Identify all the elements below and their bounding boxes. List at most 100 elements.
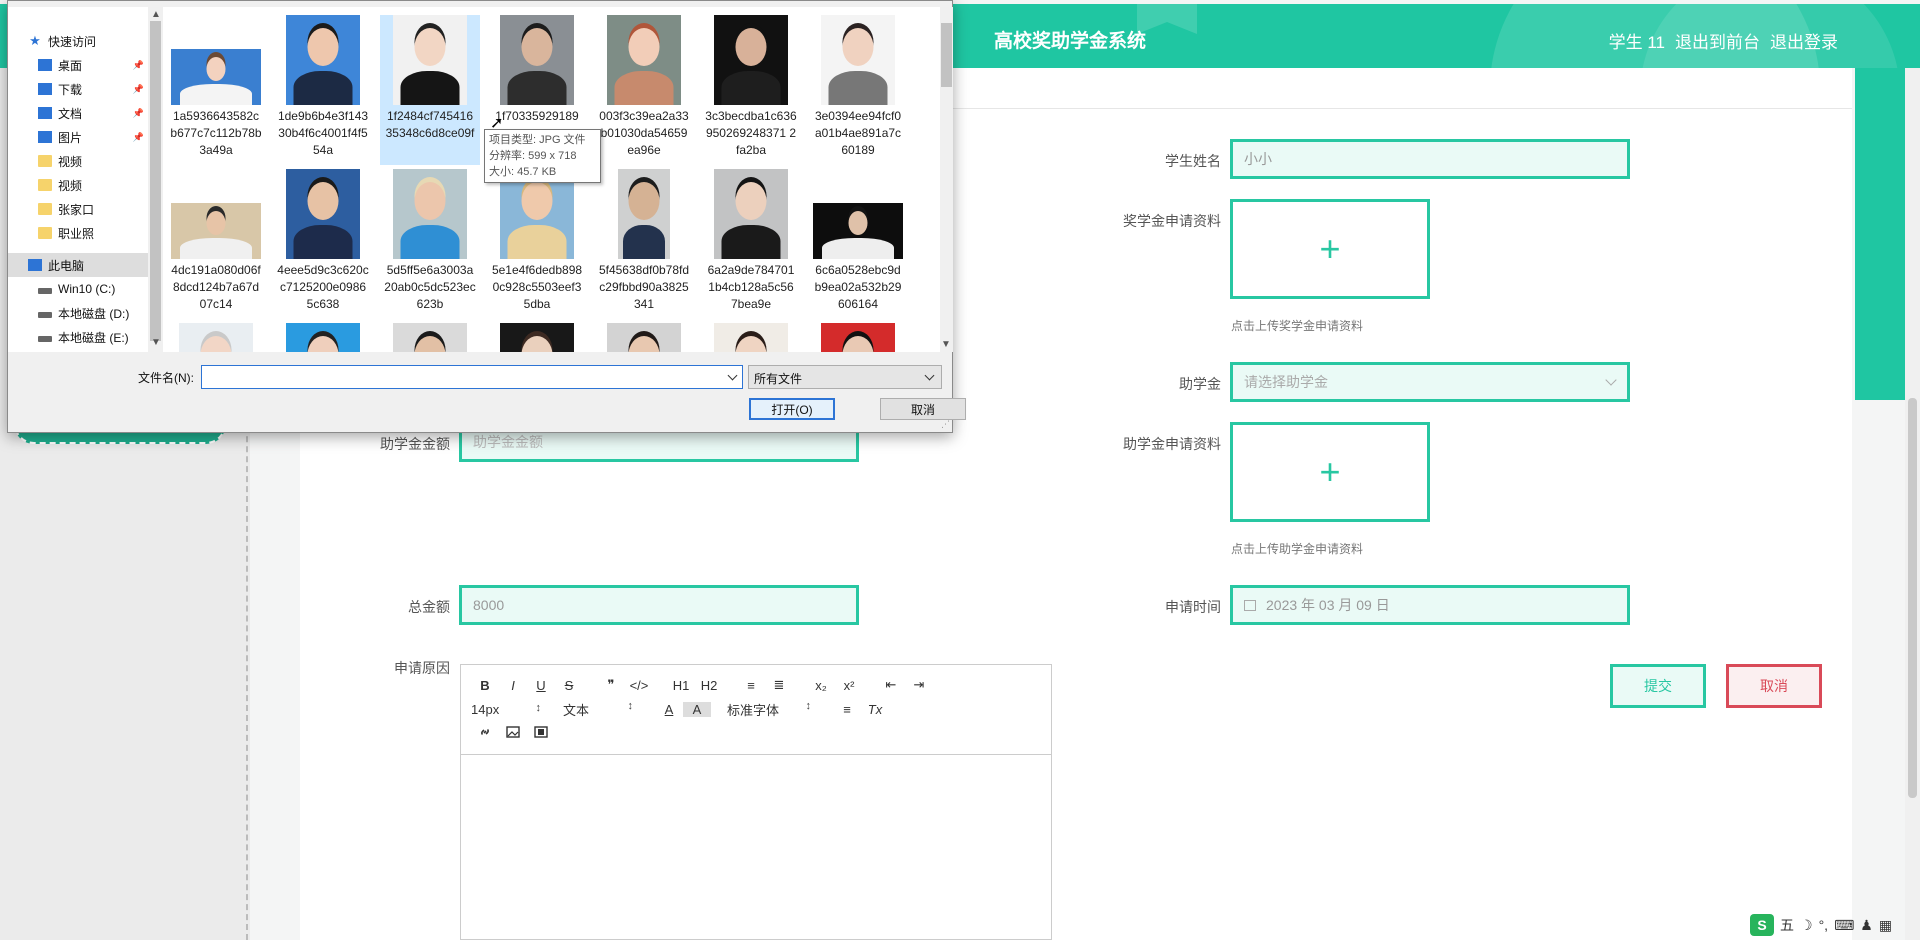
file-thumbnail[interactable]: 5d5ff5e6a3003a20ab0c5dc523ec623b bbox=[380, 169, 480, 319]
file-thumbnail[interactable] bbox=[380, 323, 480, 352]
ime-user-icon[interactable]: ♟ bbox=[1860, 917, 1873, 934]
nav-item-label: 快速访问 bbox=[48, 34, 97, 49]
user-name-link[interactable]: 学生 11 bbox=[1609, 28, 1665, 53]
font-size-select[interactable]: 14px bbox=[471, 702, 541, 717]
resize-grip-icon[interactable]: ⋰ bbox=[941, 419, 950, 430]
file-thumbnail[interactable] bbox=[594, 323, 694, 352]
filename-input[interactable] bbox=[201, 365, 743, 389]
file-thumbnail[interactable]: 1a5936643582cb677c7c112b78b3a49a bbox=[166, 15, 266, 165]
grant-amount-placeholder: 助学金金额 bbox=[473, 434, 543, 450]
background-color-icon[interactable]: A bbox=[683, 701, 711, 717]
ime-logo-icon[interactable]: S bbox=[1750, 914, 1774, 936]
bold-icon[interactable]: B bbox=[471, 678, 499, 693]
file-scrollbar[interactable]: ▲ ▼ bbox=[940, 7, 953, 352]
file-thumbnail[interactable]: 4dc191a080d06f8dcd124b7a67d07c14 bbox=[166, 169, 266, 319]
heading2-icon[interactable]: H2 bbox=[695, 678, 723, 693]
scroll-down-icon[interactable]: ▼ bbox=[941, 339, 951, 350]
nav-item[interactable]: 视频 bbox=[8, 173, 148, 197]
logout-link[interactable]: 退出登录 bbox=[1770, 28, 1838, 53]
file-thumbnail[interactable]: 3c3becdba1c636950269248371 2fa2ba bbox=[701, 15, 801, 165]
open-button[interactable]: 打开(O) bbox=[749, 398, 835, 420]
file-thumbnail[interactable] bbox=[808, 323, 908, 352]
file-thumbnail[interactable] bbox=[487, 323, 587, 352]
file-thumbnail[interactable]: 003f3c39ea2a33b01030da54659ea96e bbox=[594, 15, 694, 165]
block-type-select[interactable]: 文本 bbox=[563, 700, 633, 719]
student-name-value: 小小 bbox=[1244, 151, 1272, 167]
photo-face bbox=[735, 182, 767, 220]
file-thumbnail[interactable] bbox=[166, 323, 266, 352]
quote-icon[interactable]: ❞ bbox=[597, 677, 625, 693]
filetype-select[interactable]: 所有文件 bbox=[748, 365, 942, 389]
nav-scrollbar[interactable]: ▲ ▼ bbox=[148, 7, 163, 352]
nav-item[interactable]: 本地磁盘 (D:) bbox=[8, 301, 148, 325]
photo-icon bbox=[714, 169, 788, 259]
file-thumbnail[interactable] bbox=[273, 323, 373, 352]
nav-item[interactable]: 图片 📌 bbox=[8, 125, 148, 149]
apply-time-field[interactable]: 2023 年 03 月 09 日 bbox=[1230, 585, 1630, 625]
nav-item[interactable]: Win10 (C:) bbox=[8, 277, 148, 301]
strikethrough-icon[interactable]: S bbox=[555, 678, 583, 693]
heading1-icon[interactable]: H1 bbox=[667, 678, 695, 693]
align-icon[interactable]: ≡ bbox=[833, 702, 861, 717]
nav-item[interactable]: 桌面 📌 bbox=[8, 53, 148, 77]
nav-scrollbar-thumb[interactable] bbox=[150, 21, 161, 341]
grant-select[interactable]: 请选择助学金 bbox=[1230, 362, 1630, 402]
scroll-up-icon[interactable]: ▲ bbox=[151, 9, 161, 20]
plus-icon: + bbox=[1319, 228, 1341, 269]
submit-button[interactable]: 提交 bbox=[1610, 664, 1706, 708]
image-icon[interactable] bbox=[499, 725, 527, 741]
italic-icon[interactable]: I bbox=[499, 678, 527, 693]
folder-icon bbox=[38, 203, 52, 215]
outdent-icon[interactable]: ⇤ bbox=[877, 677, 905, 693]
nav-item[interactable]: 下载 📌 bbox=[8, 77, 148, 101]
nav-item[interactable]: 张家口 bbox=[8, 197, 148, 221]
file-thumbnail[interactable]: 3e0394ee94fcf0a01b4ae891a7c60189 bbox=[808, 15, 908, 165]
grant-upload-button[interactable]: + bbox=[1230, 422, 1430, 522]
link-icon[interactable] bbox=[471, 725, 499, 742]
page-scrollbar[interactable] bbox=[1905, 68, 1920, 940]
superscript-icon[interactable]: x² bbox=[835, 678, 863, 693]
file-thumbnail[interactable]: 5e1e4f6dedb8980c928c5503eef35dba bbox=[487, 169, 587, 319]
scroll-down-icon[interactable]: ▼ bbox=[151, 337, 161, 348]
nav-item[interactable]: 此电脑 bbox=[8, 253, 148, 277]
file-thumbnail[interactable]: 1f2484cf74541635348c6d8ce09f bbox=[380, 15, 480, 165]
file-thumbnail[interactable]: 5f45638df0b78fdc29fbbd90a3825341 bbox=[594, 169, 694, 319]
dialog-cancel-button[interactable]: 取消 bbox=[880, 398, 966, 420]
nav-item[interactable]: 文档 📌 bbox=[8, 101, 148, 125]
underline-icon[interactable]: U bbox=[527, 678, 555, 693]
nav-item[interactable]: 视频 bbox=[8, 149, 148, 173]
ime-mode-icon[interactable]: 五 bbox=[1780, 915, 1794, 935]
file-thumbnail[interactable]: 6a2a9de7847011b4cb128a5c567bea9e bbox=[701, 169, 801, 319]
font-family-select[interactable]: 标准字体 bbox=[727, 700, 811, 719]
editor-toolbar-row bbox=[471, 721, 1041, 745]
video-icon[interactable] bbox=[527, 725, 555, 741]
cancel-button[interactable]: 取消 bbox=[1726, 664, 1822, 708]
nav-item[interactable]: 职业照 bbox=[8, 221, 148, 245]
ime-keyboard-icon[interactable]: ⌨ bbox=[1834, 917, 1854, 934]
back-to-front-link[interactable]: 退出到前台 bbox=[1675, 28, 1760, 53]
ime-moon-icon[interactable]: ☽ bbox=[1800, 917, 1813, 934]
file-name: 1f70335929189 bbox=[495, 109, 579, 123]
file-thumbnail[interactable]: 6c6a0528ebc9db9ea02a532b29606164 bbox=[808, 169, 908, 319]
ime-grid-icon[interactable]: ▦ bbox=[1879, 917, 1892, 934]
subscript-icon[interactable]: x₂ bbox=[807, 678, 835, 693]
file-thumbnail[interactable] bbox=[701, 323, 801, 352]
nav-item[interactable]: 本地磁盘 (E:) bbox=[8, 325, 148, 349]
navigation-pane: ▲ ▼ ★ 快速访问 桌面 📌 下载 📌 文档 📌 图片 📌 视频 视频 张家口 职业照 此电脑 Win10 … bbox=[8, 7, 163, 352]
page-scrollbar-thumb[interactable] bbox=[1908, 398, 1917, 798]
chevron-down-icon[interactable] bbox=[727, 370, 738, 381]
file-thumbnail[interactable]: 4eee5d9c3c620cc7125200e09865c638 bbox=[273, 169, 373, 319]
total-amount-field[interactable]: 8000 bbox=[459, 585, 859, 625]
scholarship-upload-button[interactable]: + bbox=[1230, 199, 1430, 299]
ordered-list-icon[interactable]: ≡ bbox=[737, 678, 765, 693]
indent-icon[interactable]: ⇥ bbox=[905, 677, 933, 693]
file-scrollbar-thumb[interactable] bbox=[941, 23, 952, 87]
nav-item[interactable]: ★ 快速访问 bbox=[8, 29, 148, 53]
code-icon[interactable]: </> bbox=[625, 678, 653, 693]
font-color-icon[interactable]: A bbox=[655, 702, 683, 717]
file-thumbnail[interactable]: 1de9b6b4e3f14330b4f6c4001f4f554a bbox=[273, 15, 373, 165]
clear-format-icon[interactable]: Tx bbox=[861, 702, 889, 717]
ime-punct-icon[interactable]: °, bbox=[1819, 917, 1829, 933]
bullet-list-icon[interactable]: ≣ bbox=[765, 677, 793, 693]
student-name-field[interactable]: 小小 bbox=[1230, 139, 1630, 179]
